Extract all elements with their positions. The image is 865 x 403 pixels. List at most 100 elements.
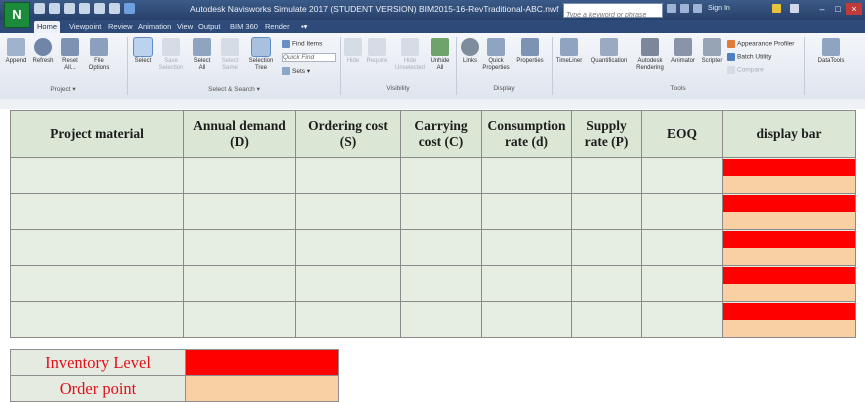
sets-dropdown[interactable]: Sets ▾	[282, 67, 310, 76]
ribbon-options-icon[interactable]: ▪▾	[298, 21, 310, 33]
select-button[interactable]: Select	[132, 38, 154, 65]
cell-annual-demand[interactable]	[183, 229, 296, 266]
cell-ordering-cost[interactable]	[295, 301, 401, 338]
autodesk-rendering-button[interactable]: Autodesk Rendering	[634, 38, 666, 72]
cell-carrying-cost[interactable]	[400, 229, 482, 266]
refresh-button[interactable]: Refresh	[30, 38, 56, 65]
cell-carrying-cost[interactable]	[400, 265, 482, 302]
redo-icon[interactable]	[94, 3, 105, 14]
cell-supply-rate[interactable]	[571, 301, 642, 338]
print-icon[interactable]	[64, 3, 75, 14]
compare-button[interactable]: Compare	[727, 66, 764, 74]
cell-annual-demand[interactable]	[183, 193, 296, 230]
tab-view[interactable]: View	[174, 21, 196, 33]
cell-supply-rate[interactable]	[571, 157, 642, 194]
tab-animation[interactable]: Animation	[135, 21, 174, 33]
col-header-carrying-cost: Carrying cost (C)	[400, 110, 482, 158]
select-same-button[interactable]: Select Same	[218, 38, 242, 72]
cell-eoq[interactable]	[641, 265, 723, 302]
cell-eoq[interactable]	[641, 301, 723, 338]
select-all-button[interactable]: Select All	[190, 38, 214, 72]
selection-tree-button[interactable]: Selection Tree	[246, 38, 276, 72]
open-icon[interactable]	[34, 3, 45, 14]
cell-project-material[interactable]	[10, 157, 184, 194]
tab-review[interactable]: Review	[105, 21, 136, 33]
quick-find-input[interactable]: Quick Find	[282, 53, 336, 62]
cell-annual-demand[interactable]	[183, 301, 296, 338]
cell-ordering-cost[interactable]	[295, 265, 401, 302]
quantification-button[interactable]: Quantification	[586, 38, 632, 65]
cell-supply-rate[interactable]	[571, 265, 642, 302]
quick-properties-button[interactable]: Quick Properties	[482, 38, 510, 72]
scripter-button[interactable]: Scripter	[699, 38, 725, 65]
quantification-icon	[600, 38, 618, 56]
binoculars-icon[interactable]	[667, 4, 676, 13]
cell-project-material[interactable]	[10, 265, 184, 302]
hide-button[interactable]: Hide	[344, 38, 362, 65]
links-button[interactable]: Links	[460, 38, 480, 65]
cell-consumption-rate[interactable]	[481, 301, 572, 338]
cell-ordering-cost[interactable]	[295, 229, 401, 266]
cell-display-bar	[722, 301, 856, 338]
group-project-label[interactable]: Project ▾	[0, 85, 126, 93]
cell-eoq[interactable]	[641, 193, 723, 230]
require-button[interactable]: Require	[364, 38, 390, 65]
sign-in-link[interactable]: Sign In	[708, 5, 730, 12]
cell-project-material[interactable]	[10, 301, 184, 338]
group-select-search-label[interactable]: Select & Search ▾	[128, 85, 340, 93]
quick-access-dropdown-icon[interactable]	[124, 3, 135, 14]
subscription-icon[interactable]	[680, 4, 689, 13]
scripter-icon	[703, 38, 721, 56]
tab-bim360[interactable]: BIM 360	[227, 21, 261, 33]
cell-supply-rate[interactable]	[571, 193, 642, 230]
undo-icon[interactable]	[79, 3, 90, 14]
appearance-profiler-button[interactable]: Appearance Profiler	[727, 40, 794, 48]
file-options-button[interactable]: File Options	[84, 38, 114, 72]
cell-consumption-rate[interactable]	[481, 229, 572, 266]
cell-consumption-rate[interactable]	[481, 157, 572, 194]
reset-all-button[interactable]: Reset All...	[58, 38, 82, 72]
properties-button[interactable]: Properties	[512, 38, 548, 65]
tab-home[interactable]: Home	[34, 21, 61, 33]
scripter-label: Scripter	[701, 58, 723, 64]
cell-annual-demand[interactable]	[183, 157, 296, 194]
unhide-all-button[interactable]: Unhide All	[428, 38, 452, 72]
separator	[804, 37, 805, 95]
minimize-button[interactable]: –	[814, 3, 830, 15]
tab-render[interactable]: Render	[262, 21, 293, 33]
hide-unselected-button[interactable]: Hide Unselected	[394, 38, 426, 72]
cell-consumption-rate[interactable]	[481, 193, 572, 230]
legend-swatch-order-point	[185, 375, 339, 402]
append-button[interactable]: Append	[4, 38, 28, 65]
tab-output[interactable]: Output	[195, 21, 224, 33]
find-items-button[interactable]: Find Items	[282, 40, 322, 48]
cell-carrying-cost[interactable]	[400, 157, 482, 194]
cell-carrying-cost[interactable]	[400, 193, 482, 230]
tab-viewpoint[interactable]: Viewpoint	[66, 21, 104, 33]
star-icon[interactable]	[693, 4, 702, 13]
datatools-button[interactable]: DataTools	[810, 38, 852, 65]
app-logo-icon[interactable]: N	[4, 2, 30, 28]
help-icon[interactable]	[790, 4, 799, 13]
cell-annual-demand[interactable]	[183, 265, 296, 302]
animator-button[interactable]: Animator	[668, 38, 698, 65]
timeliner-button[interactable]: TimeLiner	[554, 38, 584, 65]
batch-utility-button[interactable]: Batch Utility	[727, 53, 771, 61]
maximize-button[interactable]: □	[830, 3, 846, 15]
select-icon[interactable]	[109, 3, 120, 14]
close-button[interactable]: ×	[846, 3, 862, 15]
cell-eoq[interactable]	[641, 157, 723, 194]
cell-eoq[interactable]	[641, 229, 723, 266]
cell-consumption-rate[interactable]	[481, 265, 572, 302]
datatools-label: DataTools	[817, 58, 845, 64]
cell-project-material[interactable]	[10, 193, 184, 230]
exchange-icon[interactable]	[772, 4, 781, 13]
cell-carrying-cost[interactable]	[400, 301, 482, 338]
cell-supply-rate[interactable]	[571, 229, 642, 266]
cell-project-material[interactable]	[10, 229, 184, 266]
search-box[interactable]	[563, 3, 663, 22]
cell-ordering-cost[interactable]	[295, 193, 401, 230]
cell-ordering-cost[interactable]	[295, 157, 401, 194]
save-selection-button[interactable]: Save Selection	[158, 38, 184, 72]
save-icon[interactable]	[49, 3, 60, 14]
